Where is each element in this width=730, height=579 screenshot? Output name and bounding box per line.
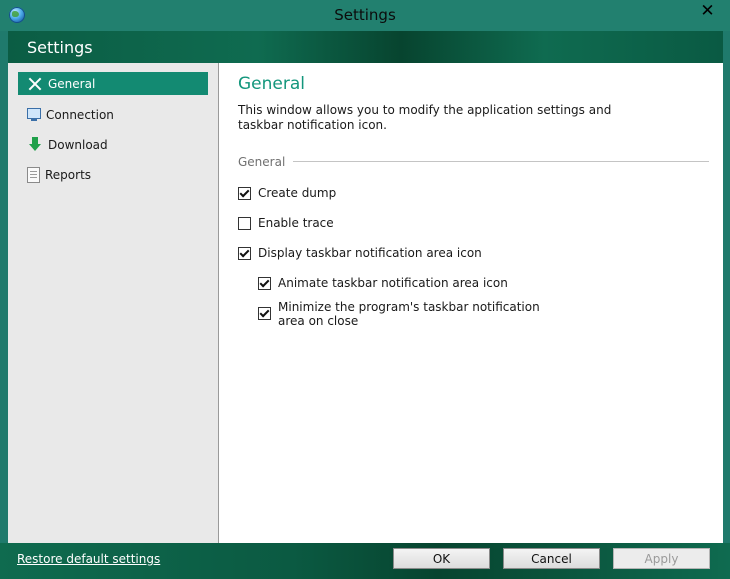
create-dump-label: Create dump xyxy=(258,186,337,200)
minimize-on-close-checkbox[interactable] xyxy=(258,307,271,320)
sidebar-item-connection[interactable]: Connection xyxy=(18,103,208,126)
enable-trace-option[interactable]: Enable trace xyxy=(238,216,334,230)
settings-window: Settings ✕ Settings General Connection D… xyxy=(0,0,730,579)
enable-trace-label: Enable trace xyxy=(258,216,334,230)
sidebar-item-label: Download xyxy=(48,137,108,152)
title-bar[interactable]: Settings ✕ xyxy=(0,0,730,31)
header-title: Settings xyxy=(27,38,93,57)
sidebar-item-label: Reports xyxy=(45,167,92,182)
sidebar-item-label: Connection xyxy=(46,107,114,122)
sidebar: General Connection Download Reports xyxy=(8,63,219,543)
apply-button[interactable]: Apply xyxy=(613,548,710,569)
minimize-on-close-option[interactable]: Minimize the program's taskbar notificat… xyxy=(258,300,558,328)
create-dump-option[interactable]: Create dump xyxy=(238,186,336,200)
sidebar-item-download[interactable]: Download xyxy=(18,133,208,156)
display-tray-icon-option[interactable]: Display taskbar notification area icon xyxy=(238,246,482,260)
tools-icon xyxy=(27,76,43,92)
animate-tray-icon-label: Animate taskbar notification area icon xyxy=(278,276,508,290)
display-tray-icon-label: Display taskbar notification area icon xyxy=(258,246,482,260)
cancel-button[interactable]: Cancel xyxy=(503,548,600,569)
close-button[interactable]: ✕ xyxy=(691,1,724,21)
minimize-on-close-label: Minimize the program's taskbar notificat… xyxy=(278,300,540,328)
sidebar-item-general[interactable]: General xyxy=(18,72,208,95)
enable-trace-checkbox[interactable] xyxy=(238,217,251,230)
monitor-icon xyxy=(27,107,41,121)
create-dump-checkbox[interactable] xyxy=(238,187,251,200)
display-tray-icon-checkbox[interactable] xyxy=(238,247,251,260)
animate-tray-icon-option[interactable]: Animate taskbar notification area icon xyxy=(258,276,508,290)
sidebar-item-reports[interactable]: Reports xyxy=(18,163,208,186)
header-band: Settings xyxy=(8,31,723,63)
animate-tray-icon-checkbox[interactable] xyxy=(258,277,271,290)
page-description: This window allows you to modify the app… xyxy=(238,103,612,132)
footer-bar: Restore default settings OK Cancel Apply xyxy=(0,543,730,579)
page-title: General xyxy=(238,74,305,94)
download-arrow-icon xyxy=(27,136,43,153)
report-icon xyxy=(27,166,40,183)
window-title: Settings xyxy=(334,6,396,24)
sidebar-item-label: General xyxy=(48,76,96,91)
ok-button[interactable]: OK xyxy=(393,548,490,569)
group-label: General xyxy=(238,155,294,169)
settings-panel: General This window allows you to modify… xyxy=(219,63,723,543)
group-divider xyxy=(292,161,709,162)
restore-defaults-link[interactable]: Restore default settings xyxy=(17,552,160,566)
